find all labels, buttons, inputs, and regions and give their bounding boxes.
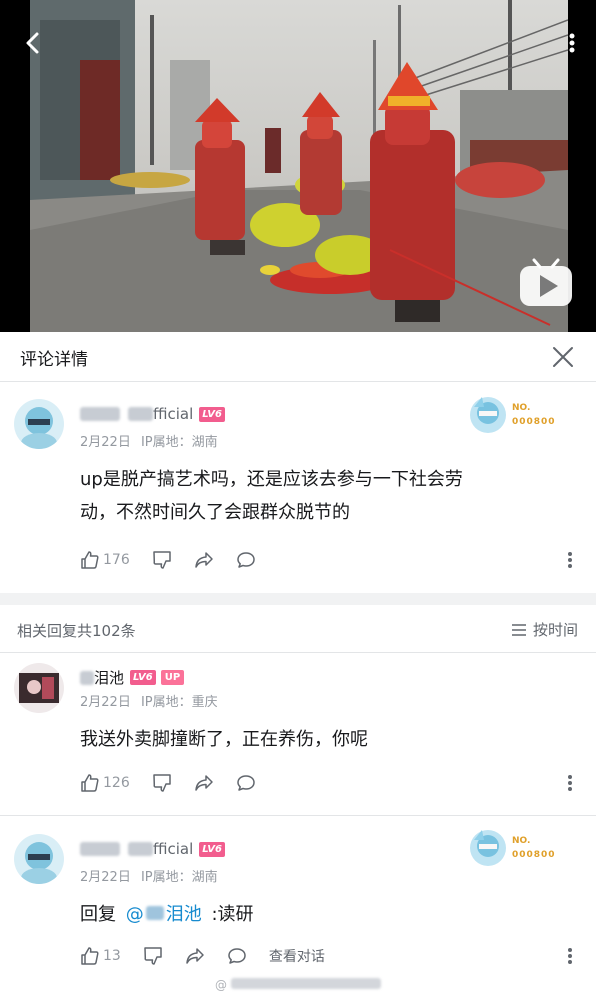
sort-button[interactable]: 按时间 (511, 619, 578, 640)
like-button[interactable]: 126 (80, 773, 130, 793)
fan-badge: NO. 000800 (466, 393, 566, 439)
mention-name: 泪池 (165, 904, 202, 925)
comment-icon (236, 775, 255, 791)
like-button[interactable]: 176 (80, 550, 130, 570)
comment-actions: 13 查看对话 (80, 944, 347, 968)
reply-prefix: 回复 (80, 904, 116, 925)
watermark-text: @ (215, 978, 227, 992)
username[interactable]: fficial LV6 (80, 405, 225, 423)
close-icon[interactable] (550, 344, 576, 370)
divider (0, 815, 596, 816)
thumbs-up-icon (81, 551, 99, 569)
comment-text: up是脱产搞艺术吗，还是应该去参与一下社会劳 动，不然时间久了会跟群众脱节的 (80, 463, 550, 529)
blurred-username-part (128, 842, 153, 856)
username[interactable]: 泪池 LV6 UP (80, 667, 185, 688)
ip-location: IP属地：重庆 (140, 695, 218, 710)
page-title: 评论详情 (20, 350, 88, 370)
up-badge: UP (160, 670, 185, 685)
comment-meta: 2月22日 IP属地：重庆 (80, 691, 218, 710)
comment-actions: 176 (80, 548, 278, 572)
like-button[interactable]: 13 (80, 946, 121, 966)
like-count: 13 (103, 948, 121, 964)
more-options-icon[interactable] (562, 771, 578, 795)
video-player[interactable] (0, 0, 596, 332)
username-text: 泪池 (94, 669, 125, 687)
watermark: @ (0, 978, 596, 992)
dislike-button[interactable] (152, 773, 172, 793)
level-badge: LV6 (130, 670, 156, 685)
video-frame (30, 0, 568, 332)
blurred-username-part (128, 407, 153, 421)
dislike-button[interactable] (152, 550, 172, 570)
comment-text: 我送外卖脚撞断了，正在养伤，你呢 (80, 723, 550, 756)
username-text: fficial (153, 405, 194, 423)
comment-date: 2月22日 (80, 435, 131, 450)
view-conversation-link[interactable]: 查看对话 (269, 946, 325, 966)
badge-number: 000800 (512, 850, 556, 860)
section-divider (0, 593, 596, 605)
share-icon (186, 948, 204, 964)
avatar[interactable] (14, 834, 64, 884)
comment-icon (236, 552, 255, 568)
share-button[interactable] (194, 773, 214, 793)
play-icon[interactable] (518, 258, 574, 308)
username-text: fficial (153, 840, 194, 858)
more-menu-icon[interactable] (562, 28, 582, 58)
fan-badge: NO. 000800 (466, 826, 566, 872)
comment-detail-header: 评论详情 (0, 332, 596, 382)
reply-button[interactable] (236, 550, 256, 570)
blurred-username-part (80, 842, 120, 856)
comment-actions: 126 (80, 771, 278, 795)
mention-at: @ (125, 904, 144, 925)
replies-header: 相关回复共102条 按时间 (0, 605, 596, 653)
dislike-button[interactable] (143, 946, 163, 966)
comment-icon (228, 948, 246, 964)
username[interactable]: fficial LV6 (80, 840, 225, 858)
thumbs-up-icon (81, 774, 99, 792)
ip-location: IP属地：湖南 (140, 870, 218, 885)
more-options-icon[interactable] (562, 548, 578, 572)
like-count: 176 (103, 552, 130, 568)
blurred-watermark-part (231, 978, 381, 989)
thumbs-up-icon (81, 947, 99, 965)
thumbs-down-icon (152, 774, 171, 792)
share-icon (194, 552, 213, 568)
thumbs-down-icon (144, 947, 162, 965)
badge-number: 000800 (512, 417, 556, 427)
blurred-username-part (80, 407, 120, 421)
sort-icon (511, 623, 526, 636)
more-options-icon[interactable] (562, 944, 578, 968)
share-button[interactable] (194, 550, 214, 570)
comment-text-line: 动，不然时间久了会跟群众脱节的 (80, 502, 350, 523)
comment-meta: 2月22日 IP属地：湖南 (80, 866, 218, 885)
thumbs-down-icon (152, 551, 171, 569)
avatar[interactable] (14, 663, 64, 713)
comment-date: 2月22日 (80, 870, 131, 885)
comment-text-line: up是脱产搞艺术吗，还是应该去参与一下社会劳 (80, 469, 463, 490)
comment-date: 2月22日 (80, 695, 131, 710)
mention-link[interactable]: @ 泪池 (126, 904, 208, 925)
like-count: 126 (103, 775, 130, 791)
share-icon (194, 775, 213, 791)
reply-button[interactable] (236, 773, 256, 793)
back-icon[interactable] (18, 28, 48, 58)
level-badge: LV6 (199, 406, 225, 422)
badge-number-label: NO. (512, 836, 531, 846)
avatar[interactable] (14, 399, 64, 449)
reply-text: :读研 (211, 904, 254, 925)
comment-text: 回复 @ 泪池 :读研 (80, 898, 550, 931)
comment-text-line: 我送外卖脚撞断了，正在养伤，你呢 (80, 729, 368, 750)
comment-meta: 2月22日 IP属地：湖南 (80, 431, 218, 450)
share-button[interactable] (185, 946, 205, 966)
ip-location: IP属地：湖南 (140, 435, 218, 450)
blurred-username-part (80, 670, 94, 685)
sort-label: 按时间 (532, 621, 578, 639)
level-badge: LV6 (199, 841, 225, 857)
badge-number-label: NO. (512, 403, 531, 413)
blurred-mention-part (145, 906, 164, 920)
reply-count: 相关回复共102条 (17, 622, 136, 640)
reply-button[interactable] (227, 946, 247, 966)
